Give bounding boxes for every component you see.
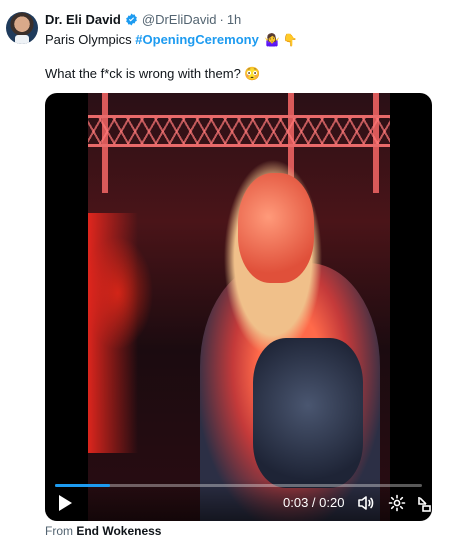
- settings-gear-icon[interactable]: [388, 494, 406, 512]
- verified-badge-icon: [126, 13, 137, 26]
- author-handle[interactable]: @DrEliDavid: [142, 12, 217, 27]
- tweet-text-prefix: Paris Olympics: [45, 32, 136, 47]
- hashtag-link[interactable]: #OpeningCeremony: [135, 32, 259, 47]
- play-icon[interactable]: [57, 494, 73, 512]
- from-label: From: [45, 524, 73, 538]
- volume-icon[interactable]: [357, 494, 375, 512]
- source-account-link[interactable]: End Wokeness: [76, 524, 161, 538]
- tweet-text-line1: Paris Olympics #OpeningCeremony 🤷‍♀️ 👇: [45, 32, 298, 47]
- picture-in-picture-icon[interactable]: [417, 494, 431, 512]
- video-timecode: 0:03 / 0:20: [283, 495, 345, 510]
- video-player[interactable]: 0:03 / 0:20: [45, 93, 432, 521]
- video-frame[interactable]: [88, 93, 390, 521]
- tweet-text-line2: What the f*ck is wrong with them? 😳: [45, 66, 261, 81]
- emoji-shrug-point: 🤷‍♀️ 👇: [264, 33, 298, 47]
- author-name[interactable]: Dr. Eli David: [45, 12, 121, 27]
- author-avatar[interactable]: [6, 12, 38, 44]
- progress-bar[interactable]: [55, 484, 422, 487]
- separator-dot: ·: [219, 12, 224, 27]
- tweet-header: Dr. Eli David @DrEliDavid · 1h: [45, 12, 241, 27]
- post-time[interactable]: 1h: [227, 12, 241, 27]
- progress-fill: [55, 484, 111, 487]
- video-source-attribution: From End Wokeness: [45, 524, 161, 538]
